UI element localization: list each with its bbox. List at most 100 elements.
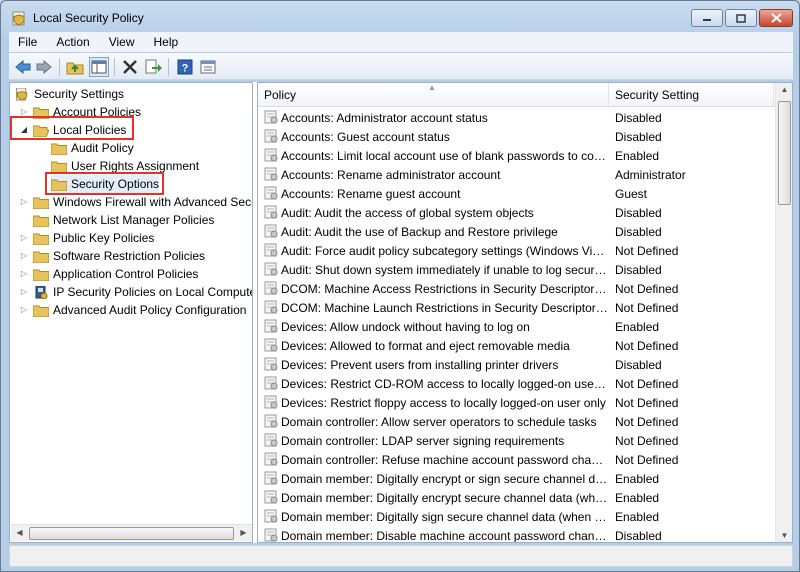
policy-setting-icon — [264, 433, 278, 447]
table-row[interactable]: Audit: Force audit policy subcategory se… — [258, 241, 776, 260]
policy-setting-icon — [264, 357, 278, 371]
table-row[interactable]: DCOM: Machine Launch Restrictions in Sec… — [258, 298, 776, 317]
security-setting-value: Enabled — [615, 509, 660, 524]
table-row[interactable]: Devices: Allow undock without having to … — [258, 317, 776, 336]
security-setting-value: Disabled — [615, 205, 662, 220]
table-row[interactable]: Devices: Allowed to format and eject rem… — [258, 336, 776, 355]
policy-setting-icon — [264, 509, 278, 523]
column-header-security-setting[interactable]: Security Setting — [609, 83, 774, 107]
table-row[interactable]: Domain member: Digitally encrypt or sign… — [258, 469, 776, 488]
folder-icon — [33, 197, 49, 209]
tree-item-ip-security[interactable]: ▷ IP Security Policies on Local Computer — [19, 283, 252, 301]
back-button[interactable] — [13, 57, 33, 77]
table-row[interactable]: Audit: Shut down system immediately if u… — [258, 260, 776, 279]
table-row[interactable]: Devices: Prevent users from installing p… — [258, 355, 776, 374]
tree-item-network-list-manager[interactable]: Network List Manager Policies — [33, 211, 214, 229]
navigation-tree: Security Settings ▷ Account Policies ◢ L… — [9, 82, 253, 543]
table-row[interactable]: Devices: Restrict CD-ROM access to local… — [258, 374, 776, 393]
table-row[interactable]: Accounts: Administrator account status Di… — [258, 108, 776, 127]
policy-name: Accounts: Rename administrator account — [281, 167, 501, 182]
scroll-left-icon[interactable]: ◀ — [11, 528, 28, 537]
scroll-thumb[interactable] — [29, 527, 234, 540]
expand-arrow-icon[interactable]: ▷ — [19, 305, 29, 315]
up-one-level-button[interactable] — [65, 57, 85, 77]
scroll-right-icon[interactable]: ▶ — [235, 528, 252, 537]
export-list-button[interactable] — [143, 57, 163, 77]
table-row[interactable]: Audit: Audit the use of Backup and Resto… — [258, 222, 776, 241]
policy-setting-icon — [264, 414, 278, 428]
table-row[interactable]: Domain controller: LDAP server signing r… — [258, 431, 776, 450]
security-setting-value: Not Defined — [615, 300, 679, 315]
scroll-up-icon[interactable]: ▲ — [776, 85, 792, 94]
table-row[interactable]: Accounts: Rename guest account Guest — [258, 184, 776, 203]
policy-setting-icon — [264, 186, 278, 200]
menu-help[interactable]: Help — [145, 35, 189, 49]
table-row[interactable]: Accounts: Limit local account use of bla… — [258, 146, 776, 165]
table-row[interactable]: Domain controller: Refuse machine accoun… — [258, 450, 776, 469]
table-row[interactable]: DCOM: Machine Access Restrictions in Sec… — [258, 279, 776, 298]
security-setting-value: Guest — [615, 186, 648, 201]
policy-name: Accounts: Limit local account use of bla… — [281, 148, 609, 163]
folder-icon — [33, 305, 49, 317]
tree-item-public-key-policies[interactable]: ▷ Public Key Policies — [19, 229, 154, 247]
tree-root-security-settings[interactable]: Security Settings — [14, 85, 124, 103]
menu-file[interactable]: File — [9, 35, 47, 49]
policy-name: Devices: Allowed to format and eject rem… — [281, 338, 570, 353]
table-row[interactable]: Domain member: Disable machine account p… — [258, 526, 776, 542]
scroll-thumb[interactable] — [778, 101, 791, 205]
security-setting-value: Disabled — [615, 110, 662, 125]
delete-button[interactable] — [120, 57, 140, 77]
menu-action[interactable]: Action — [47, 35, 99, 49]
forward-button[interactable] — [34, 57, 54, 77]
toolbar: ? — [9, 53, 793, 80]
svg-text:?: ? — [182, 63, 189, 75]
table-row[interactable]: Domain member: Digitally sign secure cha… — [258, 507, 776, 526]
expand-arrow-icon[interactable]: ▷ — [19, 197, 29, 207]
tree-label: User Rights Assignment — [71, 159, 200, 173]
security-setting-value: Disabled — [615, 224, 662, 239]
column-header-policy[interactable]: Policy ▲ — [258, 83, 609, 107]
tree-horizontal-scrollbar[interactable]: ◀ ▶ — [11, 524, 252, 541]
table-row[interactable]: Accounts: Rename administrator account Ad… — [258, 165, 776, 184]
column-label: Policy — [264, 88, 297, 102]
expand-arrow-icon[interactable]: ▷ — [19, 287, 29, 297]
expand-arrow-icon[interactable]: ▷ — [19, 251, 29, 261]
maximize-icon — [736, 13, 746, 23]
policy-setting-icon — [264, 148, 278, 162]
minimize-button[interactable] — [691, 9, 723, 27]
table-row[interactable]: Domain member: Digitally encrypt secure … — [258, 488, 776, 507]
table-row[interactable]: Devices: Restrict floppy access to local… — [258, 393, 776, 412]
table-row[interactable]: Domain controller: Allow server operator… — [258, 412, 776, 431]
policy-name: Audit: Audit the access of global system… — [281, 205, 534, 220]
highlight-local-policies — [10, 116, 134, 140]
list-vertical-scrollbar[interactable]: ▲ ▼ — [775, 83, 792, 542]
close-icon — [770, 13, 782, 23]
expand-arrow-icon[interactable]: ▷ — [19, 269, 29, 279]
policy-setting-icon — [264, 110, 278, 124]
policy-name: Domain member: Digitally sign secure cha… — [281, 509, 609, 524]
policy-setting-icon — [264, 471, 278, 485]
app-window: Local Security Policy File Action View H… — [0, 0, 800, 572]
properties-button[interactable] — [198, 57, 218, 77]
tree-item-software-restriction[interactable]: ▷ Software Restriction Policies — [19, 247, 205, 265]
show-hide-tree-button[interactable] — [89, 57, 109, 77]
security-setting-value: Administrator — [615, 167, 686, 182]
menu-view[interactable]: View — [100, 35, 145, 49]
table-row[interactable]: Accounts: Guest account status Disabled — [258, 127, 776, 146]
table-row[interactable]: Audit: Audit the access of global system… — [258, 203, 776, 222]
tree-label: Public Key Policies — [53, 231, 155, 245]
scroll-down-icon[interactable]: ▼ — [776, 531, 792, 540]
sort-ascending-icon: ▲ — [428, 83, 436, 92]
policy-name: Accounts: Rename guest account — [281, 186, 461, 201]
close-button[interactable] — [759, 9, 793, 27]
expand-arrow-icon[interactable]: ▷ — [19, 233, 29, 243]
maximize-button[interactable] — [725, 9, 757, 27]
tree-item-windows-firewall[interactable]: ▷ Windows Firewall with Advanced Securit… — [19, 193, 252, 211]
tree-item-application-control[interactable]: ▷ Application Control Policies — [19, 265, 198, 283]
policy-name: Domain controller: LDAP server signing r… — [281, 433, 565, 448]
tree-item-audit-policy[interactable]: Audit Policy — [51, 139, 134, 157]
tree-item-advanced-audit[interactable]: ▷ Advanced Audit Policy Configuration — [19, 301, 247, 319]
help-button[interactable]: ? — [175, 57, 195, 77]
policy-name: Devices: Restrict CD-ROM access to local… — [281, 376, 609, 391]
forward-icon — [36, 60, 52, 74]
